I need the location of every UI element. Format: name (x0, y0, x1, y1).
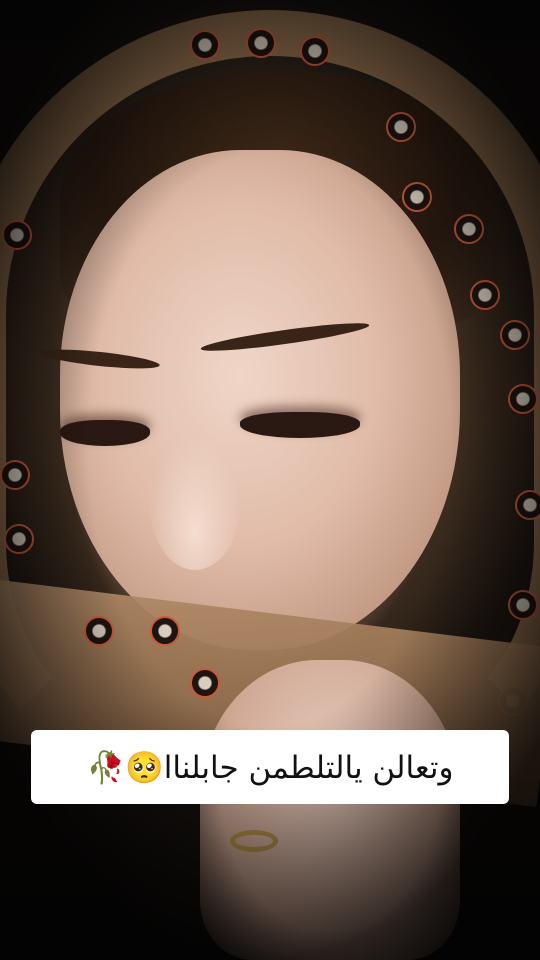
background-photo (0, 0, 540, 960)
caption-box: وتعالن يالتلطمن جابلناا🥺🥀 (31, 730, 509, 804)
caption-text: وتعالن يالتلطمن جابلناا🥺🥀 (86, 749, 454, 786)
vignette-overlay (0, 0, 540, 960)
